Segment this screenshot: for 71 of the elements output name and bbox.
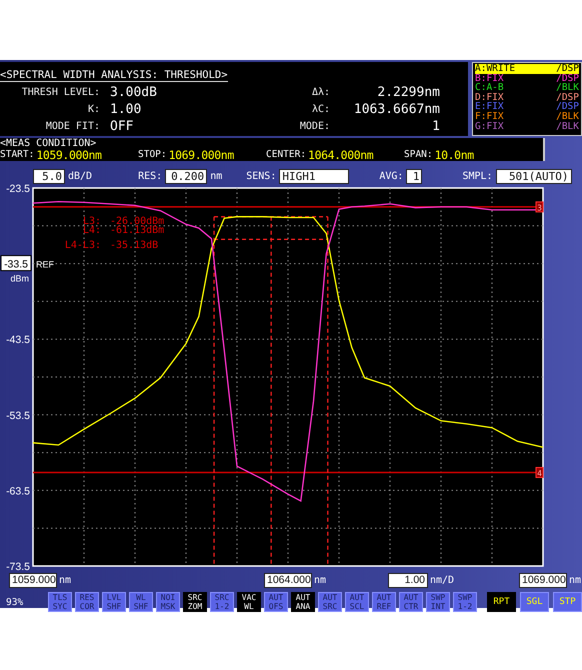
level-readout-value: -26.00dBm (110, 216, 164, 227)
setting-field[interactable]: 5.0 (33, 168, 65, 184)
setting-label: SENS: (246, 170, 276, 182)
trace-item[interactable]: D:FIX /DSP (475, 92, 579, 102)
param-value: 1.00 (109, 102, 142, 118)
meas-value: 1064.000nm (308, 149, 374, 161)
level-readout-label: L4: (82, 225, 101, 236)
axis-tick-label: -43.5 (6, 334, 30, 346)
setting-field[interactable]: HIGH1 (279, 168, 350, 184)
trace-item[interactable]: G:FIX /BLK (475, 122, 579, 132)
ref-unit: dBm (10, 274, 29, 284)
meas-title: <MEAS CONDITION> (0, 138, 98, 149)
trace-item[interactable]: E:FIX /DSP (475, 102, 579, 112)
setting-label: RES: (138, 170, 162, 182)
result-value: 1063.6667nm (352, 102, 440, 118)
setting-label: AVG: (379, 170, 404, 182)
result-value: 2.2299nm (376, 85, 440, 101)
sweep-key[interactable]: STP (553, 592, 582, 612)
result-label: Δλ: (310, 86, 330, 100)
meas-label: START: (0, 149, 34, 161)
axis-tick-label: -53.5 (6, 410, 30, 422)
function-key[interactable]: SRC ZOM (183, 592, 207, 612)
meas-label: STOP: (138, 149, 167, 161)
result-label: λC: (310, 103, 330, 117)
result-label: MODE: (298, 120, 330, 134)
meas-value: 1069.000nm (168, 149, 234, 161)
level-marker-tag: 4 (536, 466, 544, 478)
param-label: THRESH LEVEL: (20, 86, 100, 100)
axis-field[interactable]: 1059.000 (9, 573, 57, 588)
setting-field[interactable]: 1 (406, 168, 422, 184)
param-label: MODE FIT: (44, 120, 100, 134)
ref-level-field[interactable]: -33.5 (0, 255, 32, 272)
setting-label: SMPL: (462, 170, 493, 182)
status-text: 93% (5, 596, 24, 608)
meas-label: CENTER: (266, 149, 306, 161)
meas-label: SPAN: (404, 149, 433, 161)
unit-label: nm (59, 575, 72, 586)
unit-label: nm (569, 575, 582, 586)
setting-field[interactable]: 0.200 (165, 168, 208, 184)
trace-item[interactable]: A:WRITE /DSP (475, 64, 579, 74)
level-readout-value: -35.13dB (110, 240, 158, 251)
param-value: 3.00dB (109, 85, 158, 101)
trace-item[interactable]: C:A-B /BLK (475, 83, 579, 93)
level-readout-value: -61.13dBm (110, 225, 164, 236)
result-value: 1 (431, 119, 440, 135)
sweep-key[interactable]: RPT (487, 592, 516, 612)
axis-field[interactable]: 1069.000 (519, 573, 567, 588)
axis-tick-label: -73.5 (6, 561, 30, 572)
unit-label: nm (314, 575, 326, 586)
analysis-title: <SPECTRAL WIDTH ANALYSIS: THRESHOLD> (0, 69, 228, 82)
level-readout-label: L3: (82, 216, 101, 227)
param-label: K: (86, 103, 100, 117)
level-readout-label: L4-L3: (64, 240, 101, 251)
axis-tick-label: -63.5 (6, 485, 30, 498)
sweep-key[interactable]: SGL (520, 592, 549, 612)
trace-item[interactable]: B:FIX /DSP (475, 74, 579, 84)
meas-value: 1059.000nm (36, 149, 102, 161)
unit-label: nm (210, 170, 222, 182)
meas-value: 10.0nm (434, 149, 474, 161)
unit-label: dB/D (68, 170, 92, 182)
scale-field[interactable]: 1.00 (388, 573, 428, 588)
setting-field[interactable]: 501(AUTO) (496, 168, 572, 184)
trace-item[interactable]: F:FIX /BLK (475, 112, 579, 122)
ref-tag: REF (36, 260, 54, 270)
axis-field[interactable]: 1064.000 (264, 573, 312, 588)
unit-label: nm/D (430, 575, 454, 586)
function-key[interactable]: VAC WL (237, 592, 261, 612)
axis-tick-label: -23.5 (6, 184, 30, 195)
param-value: OFF (109, 119, 134, 135)
function-key[interactable]: AUT ANA (291, 592, 315, 612)
level-marker-tag: 3 (536, 201, 544, 212)
